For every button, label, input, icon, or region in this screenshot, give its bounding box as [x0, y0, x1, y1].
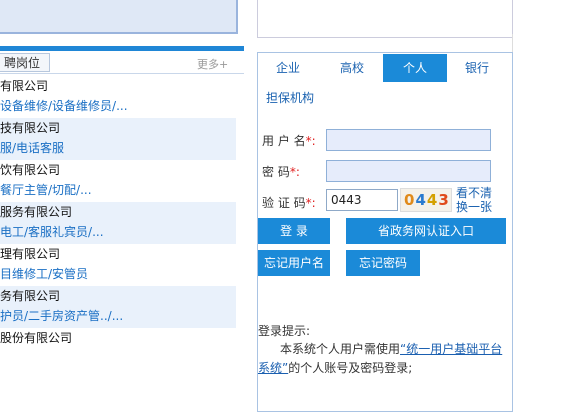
tab-bank[interactable]: 银行 — [454, 54, 500, 82]
captcha-label: 验 证 码*: — [262, 196, 316, 210]
unified-platform-link-cont[interactable]: 系统” — [258, 361, 288, 375]
job-positions-link[interactable]: 电工/客服礼宾员/... — [0, 222, 236, 242]
list-item: 务有限公司 护员/二手房资产管../... — [0, 286, 236, 328]
company-name[interactable]: 有限公司 — [0, 76, 236, 96]
tab-personal[interactable]: 个人 — [383, 54, 447, 82]
jobs-tab-row: 聘岗位 更多+ — [0, 53, 244, 74]
job-positions-link[interactable]: 护员/二手房资产管../... — [0, 306, 236, 326]
list-item: 饮有限公司 餐厅主管/切配/... — [0, 160, 236, 202]
captcha-input[interactable]: 0443 — [326, 189, 398, 211]
captcha-image[interactable]: 0443 — [400, 188, 452, 212]
company-name[interactable]: 理有限公司 — [0, 244, 236, 264]
tip-body: 本系统个人用户需使用“统一用户基础平台 系统”的个人账号及密码登录; — [258, 342, 503, 375]
username-field[interactable] — [326, 129, 491, 151]
list-item: 理有限公司 目维修工/安管员 — [0, 244, 236, 286]
tab-guarantee[interactable]: 担保机构 — [262, 84, 318, 112]
company-name[interactable]: 务有限公司 — [0, 286, 236, 306]
tab-university[interactable]: 高校 — [328, 54, 376, 82]
gov-login-button[interactable]: 省政务网认证入口 — [346, 218, 506, 244]
jobs-header-bar — [0, 46, 244, 51]
job-positions-link[interactable]: 设备维修/设备维修员/... — [0, 96, 236, 116]
list-item: 有限公司 设备维修/设备维修员/... — [0, 76, 236, 118]
job-positions-link[interactable]: 目维修工/安管员 — [0, 264, 236, 284]
company-name[interactable]: 服务有限公司 — [0, 202, 236, 222]
password-field[interactable] — [326, 160, 491, 182]
company-name[interactable]: 股份有限公司 — [0, 328, 236, 348]
refresh-captcha-link[interactable]: 看不清 换一张 — [456, 186, 504, 214]
tab-enterprise[interactable]: 企业 — [264, 54, 312, 82]
job-positions-link[interactable]: 餐厅主管/切配/... — [0, 180, 236, 200]
job-positions-link[interactable] — [0, 348, 236, 368]
list-item: 技有限公司 服/电话客服 — [0, 118, 236, 160]
tab-jobs[interactable]: 聘岗位 — [0, 53, 50, 72]
tip-title: 登录提示: — [258, 324, 311, 338]
job-positions-link[interactable]: 服/电话客服 — [0, 138, 236, 158]
job-list: 有限公司 设备维修/设备维修员/... 技有限公司 服/电话客服 饮有限公司 餐… — [0, 76, 236, 370]
password-label: 密 码*: — [262, 165, 300, 179]
login-button[interactable]: 登 录 — [258, 218, 330, 244]
top-right-box — [257, 0, 513, 38]
list-item: 服务有限公司 电工/客服礼宾员/... — [0, 202, 236, 244]
more-link[interactable]: 更多+ — [197, 56, 228, 72]
company-name[interactable]: 技有限公司 — [0, 118, 236, 138]
list-item: 股份有限公司 — [0, 328, 236, 370]
username-label: 用 户 名*: — [262, 134, 316, 148]
forgot-username-button[interactable]: 忘记用户名 — [258, 250, 330, 276]
forgot-password-button[interactable]: 忘记密码 — [346, 250, 420, 276]
unified-platform-link[interactable]: “统一用户基础平台 — [400, 342, 502, 356]
company-name[interactable]: 饮有限公司 — [0, 160, 236, 180]
top-banner-box — [0, 0, 238, 34]
